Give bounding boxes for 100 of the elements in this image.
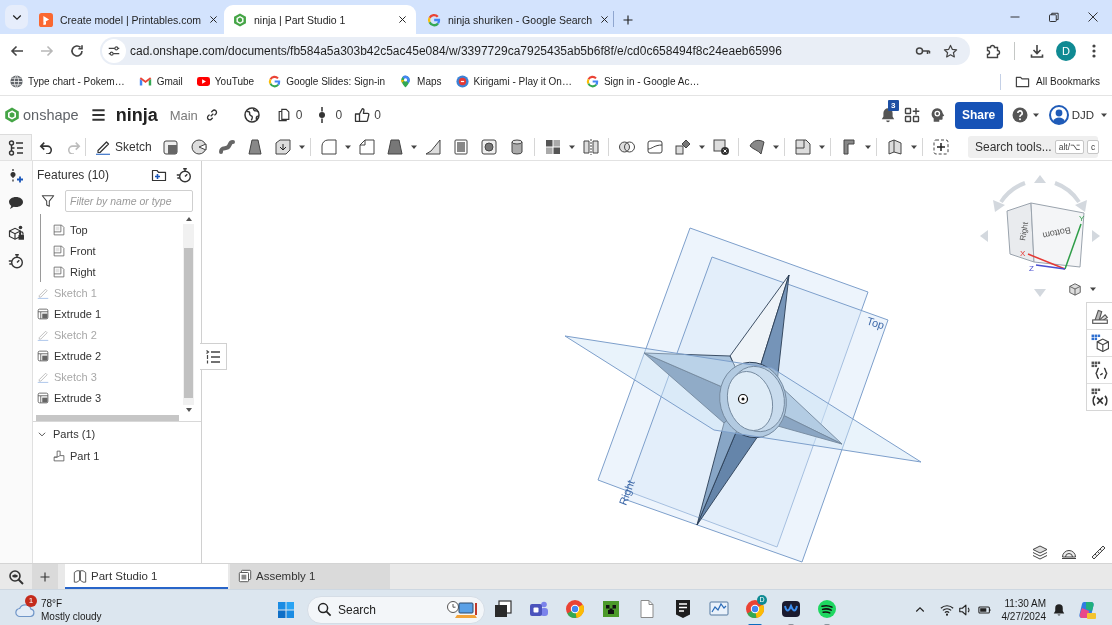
point-plus-icon[interactable]: [8, 168, 24, 184]
grid-pattern-icon[interactable]: [543, 138, 562, 156]
hole-icon[interactable]: [479, 138, 498, 156]
panel-toggle-button[interactable]: [200, 343, 227, 370]
surface-icon[interactable]: [747, 138, 766, 156]
puzzle-icon[interactable]: [985, 43, 1001, 59]
delete-part-icon[interactable]: [711, 138, 730, 156]
draft-icon[interactable]: [385, 138, 404, 156]
horizontal-scrollbar[interactable]: [36, 415, 179, 421]
add-tab-button[interactable]: [32, 564, 58, 589]
clock-date[interactable]: 4/27/2024: [1001, 609, 1046, 623]
revolve-icon[interactable]: [189, 138, 208, 156]
thumbs-up-icon[interactable]: [354, 107, 371, 123]
extrude-icon[interactable]: [161, 138, 180, 156]
browser-tab[interactable]: ninja | Part Studio 1: [224, 5, 416, 34]
scroll-down-arrow-icon[interactable]: [184, 406, 193, 414]
vertical-scrollbar[interactable]: [183, 224, 194, 405]
user-avatar-icon[interactable]: [1048, 105, 1069, 125]
globe-icon[interactable]: [243, 107, 260, 123]
swatches-icon[interactable]: [1090, 307, 1109, 325]
undo-icon[interactable]: [39, 140, 53, 154]
user-name[interactable]: DJD: [1071, 109, 1094, 121]
feature-item[interactable]: Front: [53, 240, 183, 261]
search-tools-button[interactable]: Search tools... alt/⌥ c: [968, 136, 1098, 158]
caret-icon[interactable]: [697, 143, 706, 151]
add-custom-feature-icon[interactable]: [931, 138, 950, 156]
feature-item[interactable]: Top: [53, 219, 183, 240]
boolean-icon[interactable]: [617, 138, 636, 156]
filter-field[interactable]: Filter by name or type: [65, 190, 193, 212]
caret-icon[interactable]: [409, 143, 418, 151]
link-icon[interactable]: [204, 108, 219, 122]
view-cube[interactable]: [1006, 202, 1085, 268]
plane-icon[interactable]: [793, 138, 812, 156]
feature-list-button[interactable]: [0, 134, 32, 160]
thicken-icon[interactable]: [273, 138, 292, 156]
mirror-icon[interactable]: [581, 138, 600, 156]
cube-icon[interactable]: [1069, 283, 1081, 296]
bell-icon[interactable]: [879, 107, 896, 123]
shell-icon[interactable]: [451, 138, 470, 156]
caret-icon[interactable]: [771, 143, 780, 151]
caret-icon[interactable]: [817, 143, 826, 151]
help-icon[interactable]: [1011, 107, 1028, 123]
head-gear-icon[interactable]: [929, 107, 946, 123]
browser-tab[interactable]: ninja shuriken - Google Search: [418, 5, 610, 34]
wifi-icon[interactable]: [939, 602, 954, 617]
back-arrow-icon[interactable]: [9, 43, 25, 59]
filter-icon[interactable]: [41, 194, 55, 208]
parts-section-header[interactable]: Parts (1): [33, 423, 201, 445]
document-tab[interactable]: Assembly 1: [230, 564, 390, 589]
download-icon[interactable]: [1029, 43, 1045, 59]
comment-icon[interactable]: [8, 195, 24, 211]
bookmark-item[interactable]: YouTube: [196, 75, 255, 88]
magnifier-eye-icon[interactable]: [8, 568, 24, 585]
fillet-icon[interactable]: [319, 138, 338, 156]
all-bookmarks-button[interactable]: All Bookmarks: [1015, 74, 1100, 89]
close-icon[interactable]: [599, 14, 611, 25]
grid-braces-icon[interactable]: [1090, 361, 1109, 379]
bookmark-item[interactable]: Maps: [399, 75, 442, 88]
caret-icon[interactable]: [1031, 111, 1040, 119]
logo-text[interactable]: onshape: [23, 107, 79, 123]
layers-icon[interactable]: [1032, 544, 1048, 560]
feature-item[interactable]: Extrude 2: [33, 345, 183, 366]
caret-icon[interactable]: [567, 143, 576, 151]
feature-item[interactable]: Extrude 1: [33, 303, 183, 324]
windows-start-icon[interactable]: [277, 600, 295, 619]
cube-lock-icon[interactable]: [8, 225, 24, 241]
caret-icon[interactable]: [297, 143, 306, 151]
ruler-icon[interactable]: [1090, 544, 1106, 560]
search-field[interactable]: Search: [338, 599, 440, 620]
weather-condition[interactable]: Mostly cloudy: [41, 609, 102, 623]
menu-icon[interactable]: [90, 108, 106, 122]
bookmark-item[interactable]: Type chart - Pokem…: [10, 75, 125, 88]
stopwatch-icon[interactable]: [8, 253, 24, 269]
hexagon-logo-icon[interactable]: [4, 107, 20, 123]
reload-icon[interactable]: [69, 43, 85, 59]
bookmark-item[interactable]: Sign in - Google Ac…: [585, 75, 700, 88]
address-bar[interactable]: cad.onshape.com/documents/fb584a5a303b42c5ac45e084/w/3397729ca7925435ab5b6f8f/e/cd0c658494f8c24eaeb65996: [100, 37, 970, 65]
caret-icon[interactable]: [1100, 111, 1108, 119]
rib-icon[interactable]: [423, 138, 442, 156]
frame-icon[interactable]: [885, 138, 904, 156]
copy-icon[interactable]: [276, 108, 291, 122]
document-tab[interactable]: Part Studio 1: [65, 564, 228, 589]
split-icon[interactable]: [645, 138, 664, 156]
close-icon[interactable]: [1086, 11, 1099, 23]
bookmark-item[interactable]: Gmail: [138, 75, 183, 88]
loft-icon[interactable]: [245, 138, 264, 156]
plus-icon[interactable]: [622, 14, 634, 26]
star-icon[interactable]: [943, 43, 958, 59]
close-icon[interactable]: [208, 14, 220, 25]
part-item[interactable]: Part 1: [33, 445, 201, 466]
volume-icon[interactable]: [957, 602, 972, 617]
document-name[interactable]: ninja: [115, 104, 158, 126]
bookmark-item[interactable]: Kirigami - Play it On…: [455, 75, 572, 88]
grid-cube-icon[interactable]: [1090, 334, 1109, 352]
close-icon[interactable]: [397, 14, 408, 25]
share-button[interactable]: Share: [954, 101, 1003, 129]
branch-name[interactable]: Main: [169, 107, 198, 123]
caret-icon[interactable]: [1090, 287, 1096, 291]
shuriken-drawing[interactable]: [643, 274, 843, 526]
sketch-button[interactable]: Sketch: [90, 136, 157, 158]
